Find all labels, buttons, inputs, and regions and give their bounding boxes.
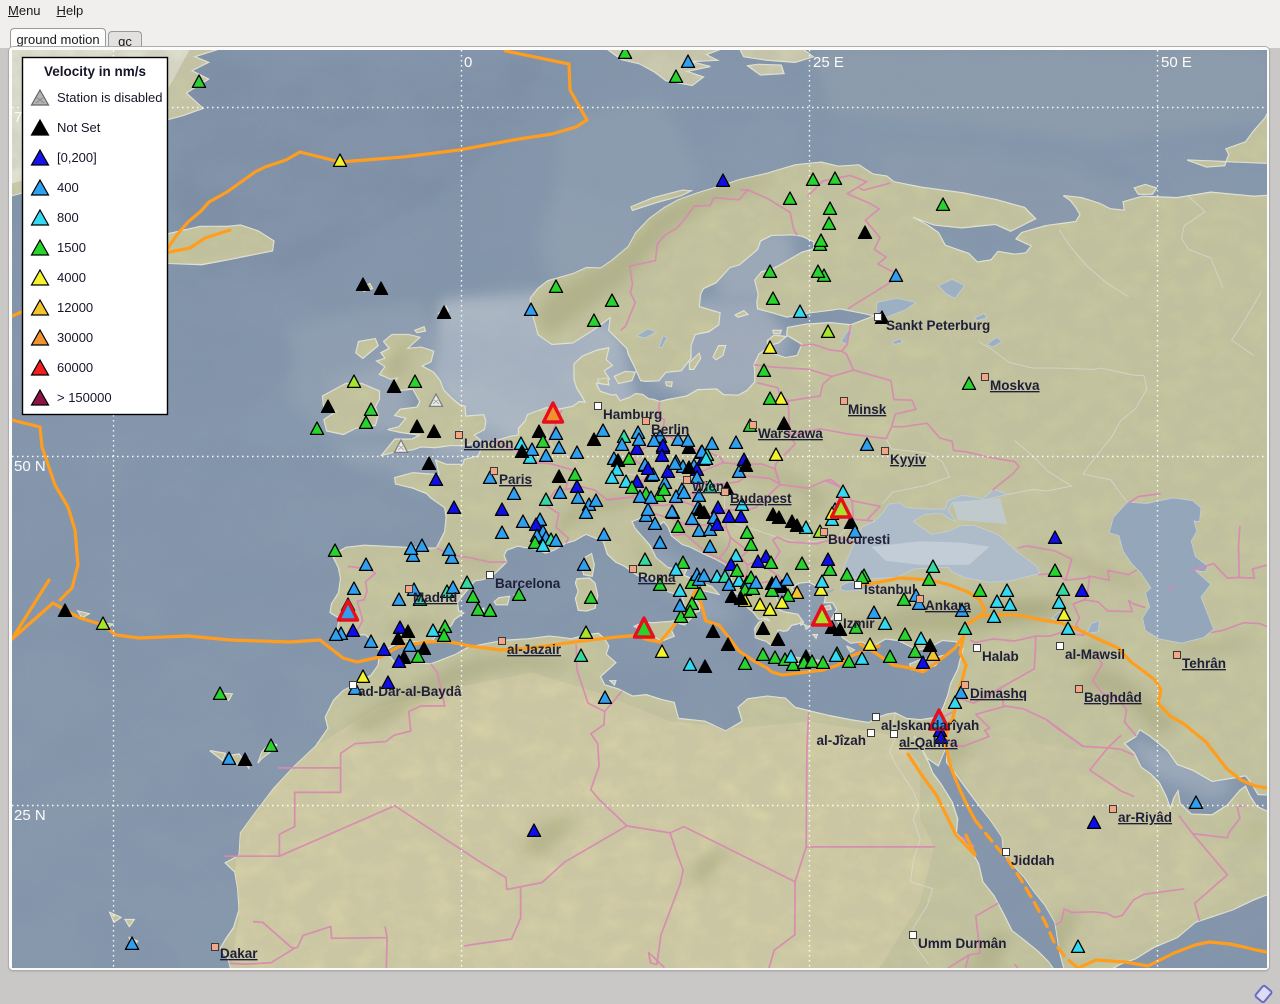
svg-text:al-Jazair: al-Jazair: [507, 642, 562, 657]
svg-text:Istanbul: Istanbul: [864, 582, 916, 597]
svg-text:50 N: 50 N: [14, 458, 46, 475]
svg-text:Budapest: Budapest: [730, 491, 792, 506]
svg-text:Baghdâd: Baghdâd: [1084, 690, 1142, 705]
svg-text:25 N: 25 N: [14, 807, 46, 824]
svg-text:> 150000: > 150000: [57, 390, 112, 405]
svg-text:60000: 60000: [57, 360, 93, 375]
svg-text:Berlin: Berlin: [651, 422, 689, 437]
svg-text:ar-Riyâd: ar-Riyâd: [1118, 810, 1172, 825]
svg-text:400: 400: [57, 180, 79, 195]
svg-text:Paris: Paris: [499, 472, 532, 487]
svg-text:al-Jîzah: al-Jîzah: [816, 733, 866, 748]
svg-text:ad-Dar-al-Baydâ: ad-Dar-al-Baydâ: [358, 684, 462, 699]
svg-text:[0,200]: [0,200]: [57, 150, 97, 165]
svg-text:Minsk: Minsk: [848, 402, 887, 417]
svg-text:London: London: [464, 436, 513, 451]
svg-text:Barcelona: Barcelona: [495, 576, 561, 591]
svg-text:Dakar: Dakar: [220, 946, 258, 961]
svg-text:Warszawa: Warszawa: [758, 426, 823, 441]
svg-text:30000: 30000: [57, 330, 93, 345]
svg-text:Moskva: Moskva: [990, 378, 1040, 393]
svg-text:Wien: Wien: [692, 479, 724, 494]
svg-text:Umm Durmân: Umm Durmân: [918, 936, 1007, 951]
svg-text:800: 800: [57, 210, 79, 225]
svg-text:Kyyiv: Kyyiv: [890, 452, 927, 467]
svg-text:Roma: Roma: [638, 570, 676, 585]
svg-text:Station is disabled: Station is disabled: [57, 90, 163, 105]
svg-text:50 E: 50 E: [1161, 54, 1192, 71]
svg-text:Dimashq: Dimashq: [970, 686, 1027, 701]
svg-text:1500: 1500: [57, 240, 86, 255]
svg-text:Madrid: Madrid: [413, 590, 457, 605]
svg-text:0: 0: [464, 54, 472, 71]
svg-text:al-Mawsil: al-Mawsil: [1065, 647, 1125, 662]
svg-text:Hamburg: Hamburg: [603, 407, 662, 422]
svg-text:Not Set: Not Set: [57, 120, 101, 135]
svg-text:Halab: Halab: [982, 649, 1019, 664]
svg-text:Tehrân: Tehrân: [1182, 656, 1226, 671]
svg-text:Jiddah: Jiddah: [1011, 853, 1055, 868]
svg-text:12000: 12000: [57, 300, 93, 315]
svg-text:Izmir: Izmir: [843, 616, 875, 631]
svg-text:Sankt Peterburg: Sankt Peterburg: [886, 318, 990, 333]
svg-text:4000: 4000: [57, 270, 86, 285]
svg-text:Velocity in nm/s: Velocity in nm/s: [44, 64, 146, 79]
svg-text:25 E: 25 E: [813, 54, 844, 71]
svg-text:Ankara: Ankara: [925, 598, 971, 613]
svg-text:Bucuresti: Bucuresti: [828, 532, 890, 547]
svg-text:al-Qahira: al-Qahira: [899, 735, 958, 750]
